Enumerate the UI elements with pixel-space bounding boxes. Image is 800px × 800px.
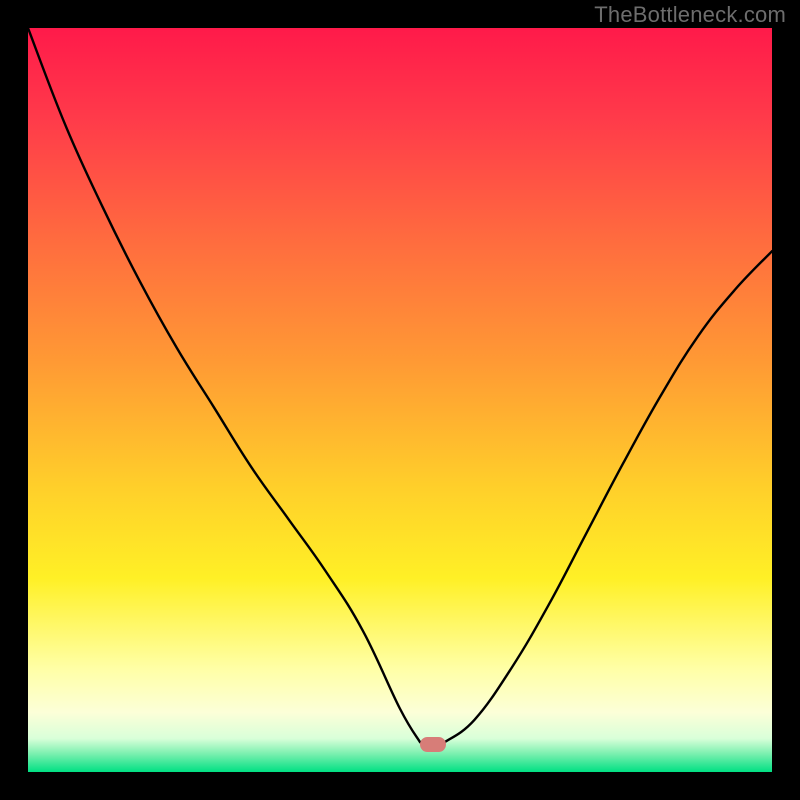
chart-frame: TheBottleneck.com — [0, 0, 800, 800]
optimal-marker — [420, 737, 446, 752]
plot-area — [28, 28, 772, 772]
bottleneck-curve — [28, 28, 772, 772]
watermark-text: TheBottleneck.com — [594, 2, 786, 28]
